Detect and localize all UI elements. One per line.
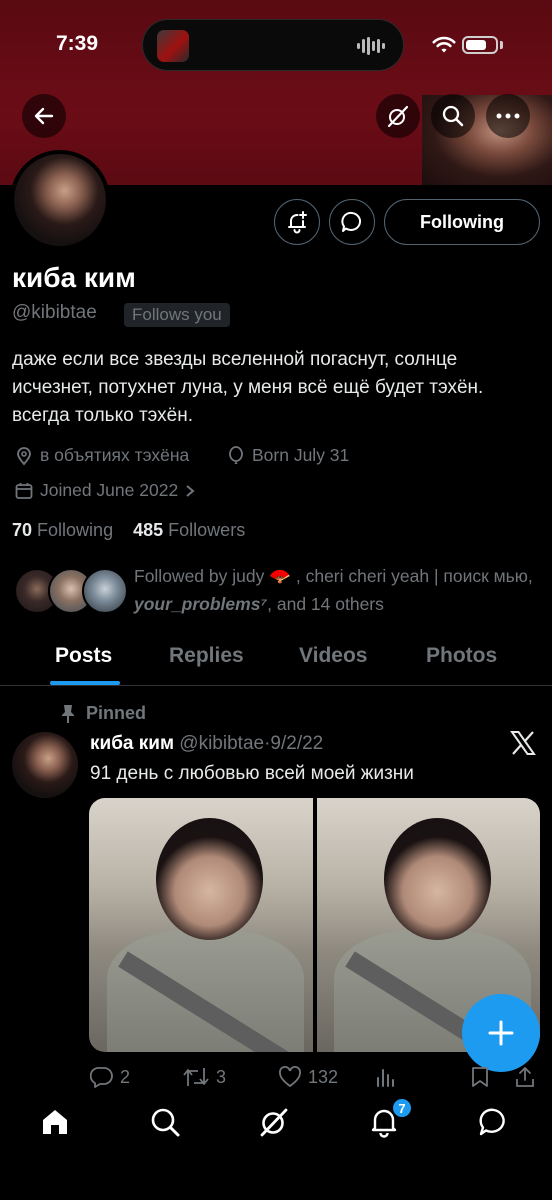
joined-meta[interactable]: Joined June 2022	[14, 480, 196, 501]
bookmark-action[interactable]	[470, 1066, 490, 1088]
followed-by-text[interactable]: Followed by judy 🪭 , cheri cheri yeah | …	[134, 562, 544, 618]
search-icon	[442, 105, 464, 127]
nav-messages[interactable]	[474, 1102, 514, 1142]
arrow-left-icon	[34, 107, 54, 125]
post-author-name[interactable]: киба ким	[90, 733, 174, 754]
location-text: в объятиях тэхёна	[40, 445, 190, 465]
photo-subject-head	[156, 818, 264, 941]
follow-counts: 70 Following 485 Followers	[12, 520, 245, 541]
reply-action[interactable]: 2	[90, 1066, 130, 1088]
tab-replies[interactable]: Replies	[169, 644, 244, 668]
messages-icon	[479, 1108, 505, 1136]
location-pin-icon	[17, 446, 31, 465]
profile-bio: даже если все звезды вселенной погаснут,…	[12, 349, 484, 426]
audio-wave-icon	[357, 37, 385, 55]
photo-subject-coat	[106, 930, 304, 1052]
share-icon	[516, 1067, 534, 1087]
message-icon	[341, 211, 361, 232]
photo-subject-head	[383, 818, 491, 941]
post-header: киба ким @kibibtae·9/2/22	[90, 733, 324, 754]
post-author-handle[interactable]: @kibibtae	[179, 733, 264, 754]
chevron-right-icon	[186, 484, 195, 497]
location-meta: в объятиях тэхёна	[14, 445, 189, 466]
back-button[interactable]	[22, 94, 66, 138]
message-button[interactable]	[329, 199, 375, 245]
grok-icon	[260, 1108, 288, 1137]
nav-home[interactable]	[35, 1102, 75, 1142]
profile-tabs: Posts Replies Videos Photos	[0, 630, 552, 686]
bookmark-icon	[472, 1067, 488, 1087]
followed-by-avatars[interactable]	[14, 568, 128, 616]
home-icon	[43, 1110, 67, 1134]
joined-text: Joined June 2022	[40, 480, 179, 500]
post-date[interactable]: 9/2/22	[270, 733, 323, 754]
balloon-icon	[229, 445, 243, 464]
like-action[interactable]: 132	[278, 1066, 338, 1088]
more-horizontal-icon	[496, 113, 520, 119]
share-action[interactable]	[514, 1066, 536, 1088]
compose-button[interactable]	[462, 994, 540, 1072]
post-actions: 2 3 132	[0, 1064, 552, 1092]
x-logo-icon[interactable]	[510, 730, 536, 756]
tab-posts[interactable]: Posts	[55, 644, 112, 668]
battery-tip	[500, 41, 503, 49]
more-button[interactable]	[486, 94, 530, 138]
bottom-navigation	[0, 1092, 552, 1200]
repost-icon	[183, 1068, 209, 1086]
profile-name: киба ким	[12, 262, 136, 293]
plus-icon	[488, 1020, 514, 1046]
nav-search[interactable]	[145, 1102, 185, 1142]
tab-videos[interactable]: Videos	[299, 644, 367, 668]
followers-count-link[interactable]: 485 Followers	[133, 520, 245, 540]
birthday-text: Born July 31	[252, 445, 350, 465]
nav-grok[interactable]	[254, 1102, 294, 1142]
profile-handle: @kibibtae	[12, 302, 97, 323]
grok-button[interactable]	[376, 94, 420, 138]
views-icon	[377, 1069, 394, 1087]
battery-icon	[462, 36, 498, 54]
post-photo-1[interactable]	[89, 798, 393, 1052]
heart-icon	[279, 1066, 301, 1088]
status-time: 7:39	[56, 32, 99, 55]
repost-action[interactable]: 3	[182, 1066, 226, 1088]
following-button[interactable]: Following	[384, 199, 540, 245]
calendar-icon	[15, 482, 33, 499]
active-tab-indicator	[50, 681, 120, 685]
birthday-meta: Born July 31	[226, 445, 349, 466]
post-author-avatar[interactable]	[12, 732, 78, 798]
follows-you-badge: Follows you	[124, 303, 230, 327]
search-icon	[151, 1108, 180, 1137]
notify-button[interactable]	[274, 199, 320, 245]
following-count-link[interactable]: 70 Following	[12, 520, 113, 540]
post-text: 91 день с любовью всей моей жизни	[90, 763, 414, 784]
pin-icon	[62, 704, 74, 723]
reply-icon	[90, 1067, 113, 1088]
now-playing-artwork	[157, 30, 189, 62]
dynamic-island[interactable]	[142, 19, 404, 71]
grok-icon	[387, 105, 409, 128]
bell-plus-icon	[288, 211, 307, 234]
tab-photos[interactable]: Photos	[426, 644, 497, 668]
profile-avatar[interactable]	[10, 150, 110, 250]
search-button[interactable]	[431, 94, 475, 138]
pinned-label: Pinned	[60, 703, 146, 724]
views-action[interactable]	[374, 1066, 398, 1088]
wifi-icon	[432, 36, 456, 53]
notifications-badge: 7	[392, 1098, 412, 1118]
follower-avatar	[82, 568, 128, 614]
